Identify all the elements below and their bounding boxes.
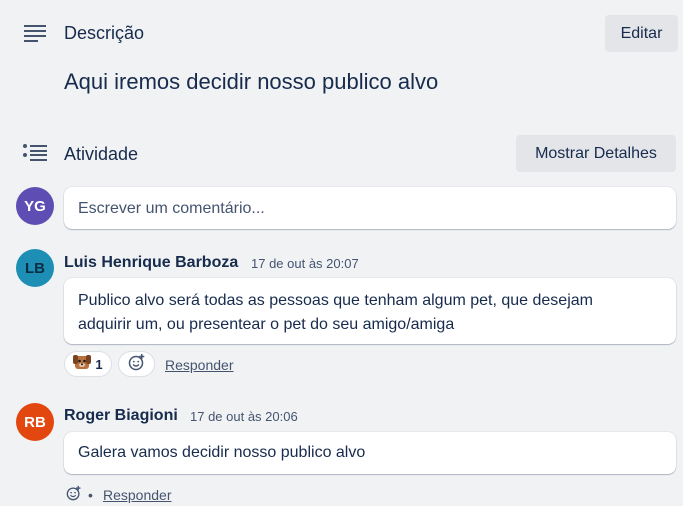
comment-author[interactable]: Roger Biagioni [64,407,178,425]
comment-timestamp[interactable]: 17 de out às 20:07 [251,256,359,271]
avatar[interactable]: LB [16,249,54,287]
reaction-count: 1 [95,356,103,372]
description-lines-icon [24,25,46,43]
add-emoji-icon [128,353,146,376]
current-user-avatar[interactable]: YG [16,187,54,225]
activity-list-icon [23,144,47,162]
separator-dot: • [88,487,93,503]
comment-text-line: Publico alvo será todas as pessoas que t… [78,292,593,309]
activity-heading: Atividade [64,144,139,164]
description-text[interactable]: Aqui iremos decidir nosso publico alvo [64,69,438,95]
comment-body: Galera vamos decidir nosso publico alvo [64,432,676,474]
add-emoji-icon[interactable] [66,485,82,501]
comment-text-line: adquirir um, ou presentear o pet do seu … [78,316,455,333]
reply-link[interactable]: Responder [103,487,172,503]
comment-body: Publico alvo será todas as pessoas que t… [64,278,676,344]
avatar[interactable]: RB [16,403,54,441]
reaction-button[interactable]: 1 [64,351,112,377]
edit-button[interactable]: Editar [605,15,678,52]
comment-timestamp[interactable]: 17 de out às 20:06 [190,409,298,424]
comment-author[interactable]: Luis Henrique Barboza [64,254,238,272]
description-heading: Descrição [64,23,145,43]
show-details-button[interactable]: Mostrar Detalhes [516,135,676,172]
dog-emoji-icon [73,353,92,376]
comment-input[interactable]: Escrever um comentário... [64,187,676,229]
add-reaction-button[interactable] [118,351,155,377]
reply-link[interactable]: Responder [165,357,234,373]
